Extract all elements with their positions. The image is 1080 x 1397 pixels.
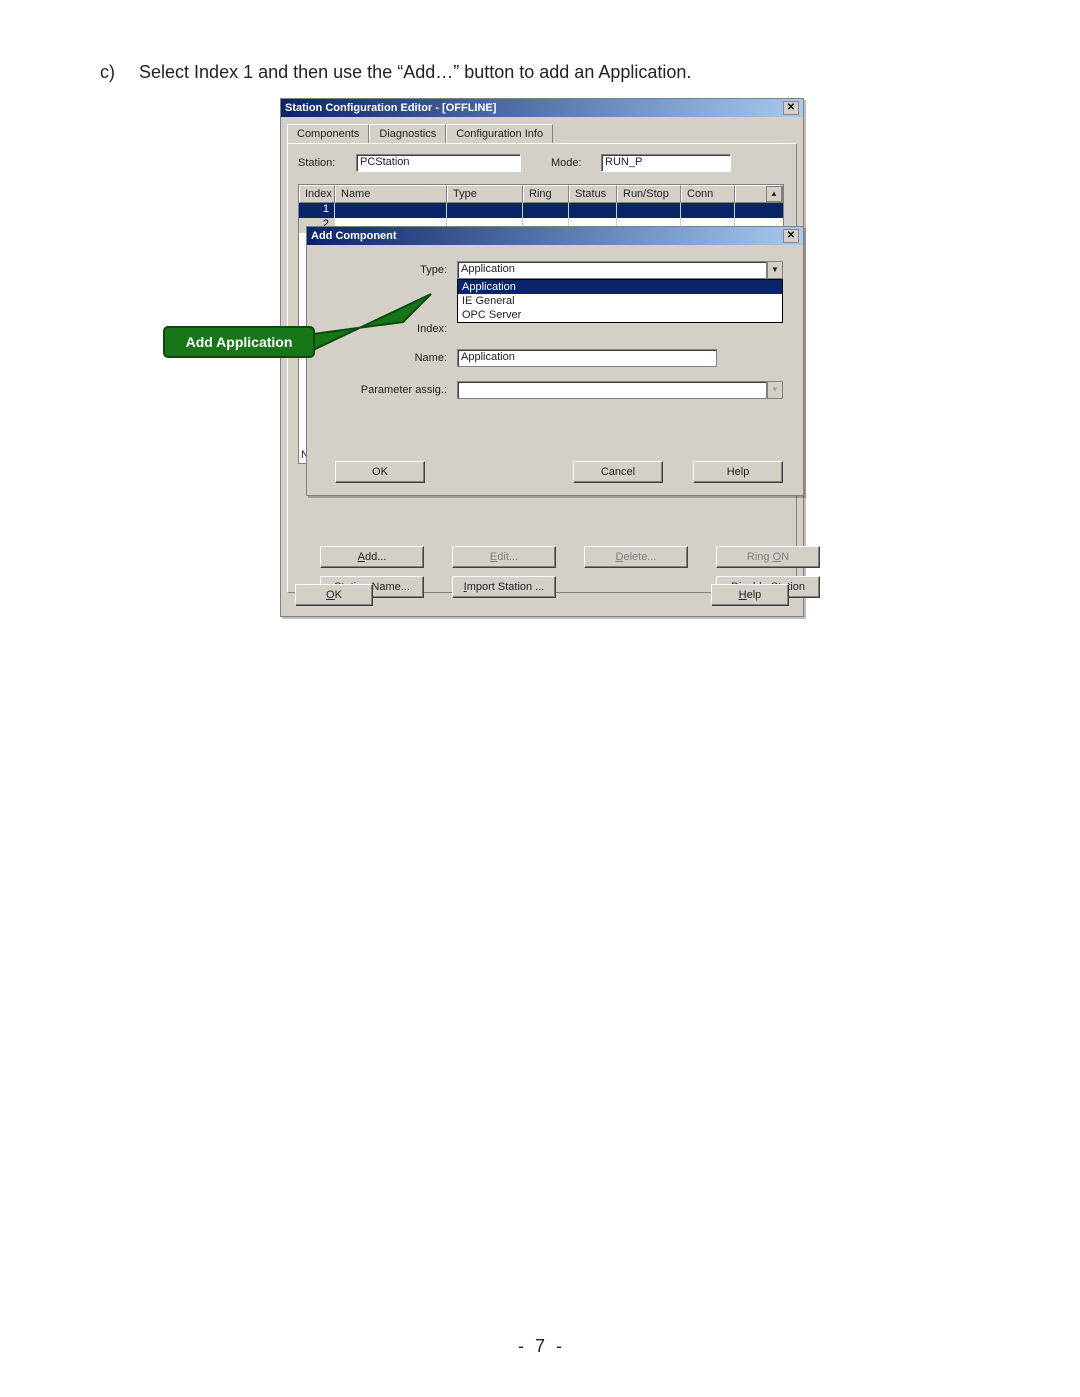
col-conn[interactable]: Conn (681, 185, 735, 203)
type-dropdown-list: Application IE General OPC Server (457, 279, 783, 323)
station-field[interactable]: PCStation (356, 154, 521, 172)
page-number: - 7 - (0, 1336, 1080, 1357)
type-label: Type: (327, 264, 457, 276)
type-row: Type: Application ▼ Application IE Gener… (327, 261, 783, 279)
param-row: Parameter assig.: ▼ (327, 381, 783, 399)
main-bottom-buttons: OK Help (295, 584, 789, 606)
param-label: Parameter assig.: (327, 384, 457, 396)
instruction-text: Select Index 1 and then use the “Add…” b… (139, 62, 691, 82)
instruction-line: c) Select Index 1 and then use the “Add…… (100, 62, 691, 83)
modal-titlebar[interactable]: Add Component ✕ (307, 227, 803, 245)
table-header: Index Name Type Ring Status Run/Stop Con… (299, 185, 783, 203)
station-label: Station: (298, 157, 356, 169)
instruction-bullet: c) (100, 62, 134, 83)
scroll-up-icon[interactable]: ▲ (766, 186, 782, 202)
row-index: 1 (299, 203, 335, 218)
col-type[interactable]: Type (447, 185, 523, 203)
main-window-title: Station Configuration Editor - [OFFLINE] (285, 102, 783, 114)
modal-cancel-button[interactable]: Cancel (573, 461, 663, 483)
chevron-down-icon[interactable]: ▼ (767, 261, 783, 279)
modal-body: Type: Application ▼ Application IE Gener… (307, 245, 803, 497)
delete-button[interactable]: Delete... (584, 546, 688, 568)
main-ok-button[interactable]: OK (295, 584, 373, 606)
name-row: Name: Application (327, 349, 783, 367)
modal-ok-button[interactable]: OK (335, 461, 425, 483)
dropdown-item[interactable]: OPC Server (458, 308, 782, 322)
param-combo[interactable]: ▼ (457, 381, 783, 399)
table-row[interactable]: 1 (299, 203, 783, 218)
edit-button[interactable]: Edit... (452, 546, 556, 568)
mode-label: Mode: (551, 157, 601, 169)
mode-field[interactable]: RUN_P (601, 154, 731, 172)
type-combo[interactable]: Application ▼ Application IE General OPC… (457, 261, 783, 279)
dropdown-item[interactable]: Application (458, 280, 782, 294)
modal-title: Add Component (311, 230, 783, 242)
page-number-value: 7 (535, 1336, 545, 1356)
dropdown-item[interactable]: IE General (458, 294, 782, 308)
modal-button-row: OK Cancel Help (335, 461, 783, 483)
close-icon[interactable]: ✕ (783, 229, 799, 243)
tab-strip: Components Diagnostics Configuration Inf… (287, 123, 797, 143)
add-component-dialog: Add Component ✕ Type: Application ▼ Appl… (306, 226, 804, 496)
index-label: Index: (327, 323, 457, 335)
main-help-button[interactable]: Help (711, 584, 789, 606)
tab-config-info[interactable]: Configuration Info (446, 124, 553, 144)
col-index[interactable]: Index (299, 185, 335, 203)
callout-label: Add Application (186, 334, 293, 350)
col-runstop[interactable]: Run/Stop (617, 185, 681, 203)
modal-help-button[interactable]: Help (693, 461, 783, 483)
name-input[interactable]: Application (457, 349, 717, 367)
col-name[interactable]: Name (335, 185, 447, 203)
chevron-down-icon[interactable]: ▼ (767, 381, 783, 399)
index-row: Index: (327, 323, 783, 335)
param-combo-value[interactable] (457, 381, 767, 399)
col-ring[interactable]: Ring (523, 185, 569, 203)
type-combo-value[interactable]: Application (457, 261, 767, 279)
tab-diagnostics[interactable]: Diagnostics (369, 124, 446, 144)
col-status[interactable]: Status (569, 185, 617, 203)
close-icon[interactable]: ✕ (783, 101, 799, 115)
name-label: Name: (327, 352, 457, 364)
add-button[interactable]: Add... (320, 546, 424, 568)
main-titlebar[interactable]: Station Configuration Editor - [OFFLINE]… (281, 99, 803, 117)
button-row-1: Add... Edit... Delete... Ring ON (320, 546, 820, 568)
tab-components[interactable]: Components (287, 124, 369, 144)
ring-on-button[interactable]: Ring ON (716, 546, 820, 568)
